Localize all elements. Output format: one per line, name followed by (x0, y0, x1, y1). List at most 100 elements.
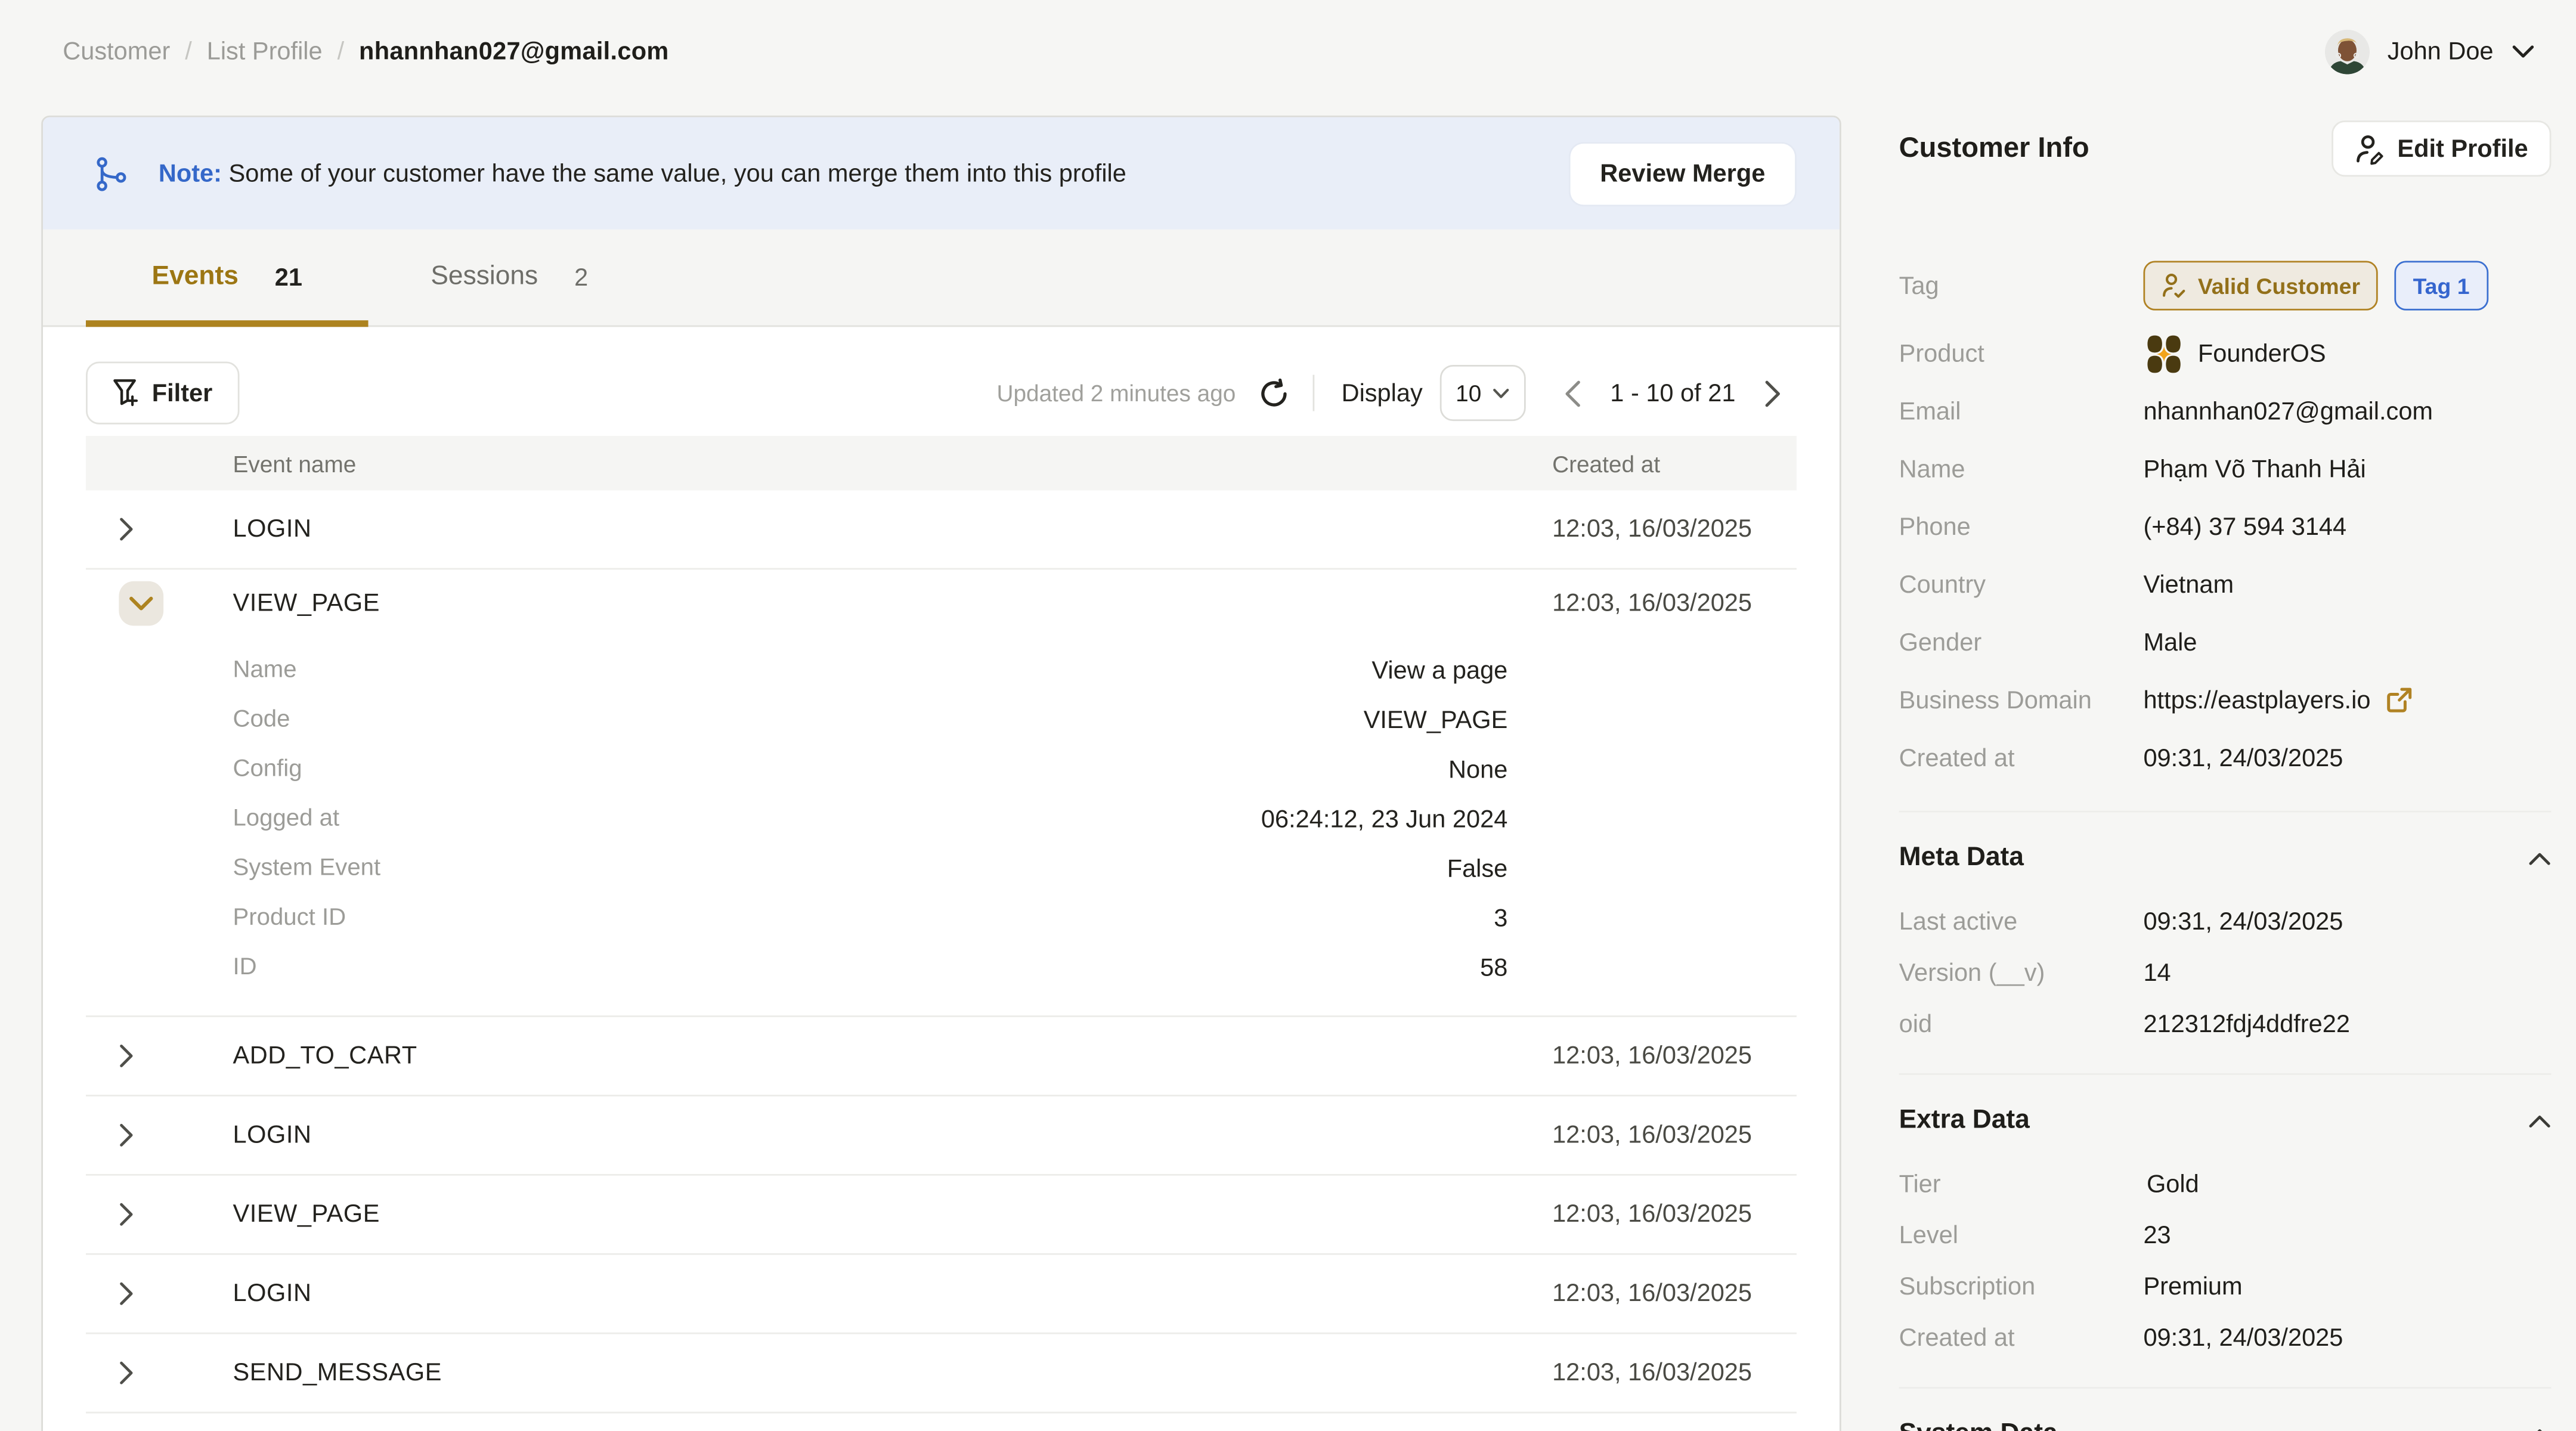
detail-label: ID (233, 955, 256, 981)
event-name: VIEW_PAGE (233, 1200, 1552, 1228)
field-value: Premium (2143, 1272, 2242, 1300)
section-system-data[interactable]: System Data (1899, 1410, 2552, 1431)
table-row[interactable]: SEND_MESSAGE 12:03, 16/03/2025 (86, 1334, 1797, 1414)
page-info: 1 - 10 of 21 (1610, 379, 1735, 407)
field-value: 212312fdj4ddfre22 (2143, 1009, 2349, 1037)
breadcrumb-separator: / (338, 37, 345, 65)
table-toolbar: Filter Updated 2 minutes ago Display 10 (43, 327, 1840, 436)
expand-row-button[interactable] (86, 1043, 233, 1068)
tab-sessions[interactable]: Sessions 2 (369, 230, 651, 326)
edit-profile-button[interactable]: Edit Profile (2332, 120, 2552, 176)
field-extra-created-at: Created at 09:31, 24/03/2025 (1899, 1316, 2552, 1359)
user-name: John Doe (2388, 37, 2494, 65)
field-value: nhannhan027@gmail.com (2143, 397, 2433, 425)
field-tag: Tag Valid Customer Tag 1 (1899, 261, 2552, 311)
field-label: Gender (1899, 628, 2144, 656)
expand-row-button[interactable] (86, 517, 233, 542)
table-row-expanded[interactable]: VIEW_PAGE 12:03, 16/03/2025 (86, 569, 1797, 636)
field-label: oid (1899, 1009, 2144, 1037)
toolbar-divider (1313, 375, 1315, 411)
field-value: FounderOS (2198, 339, 2326, 367)
breadcrumb-list-profile[interactable]: List Profile (207, 37, 323, 65)
user-check-icon (2162, 272, 2187, 299)
field-value: Gold (2143, 1170, 2199, 1198)
expand-row-button[interactable] (86, 1281, 233, 1306)
business-domain-link[interactable]: https://eastplayers.io (2143, 686, 2411, 714)
updated-status: Updated 2 minutes ago (996, 380, 1236, 406)
field-value: (+84) 37 594 3144 (2143, 513, 2346, 541)
section-extra-data[interactable]: Extra Data (1899, 1097, 2552, 1146)
detail-value: False (380, 854, 1507, 882)
field-business-domain: Business Domain https://eastplayers.io (1899, 676, 2552, 725)
event-created-at: 12:03, 16/03/2025 (1552, 1121, 1797, 1149)
section-divider (1899, 811, 2552, 813)
field-label: Created at (1899, 1324, 2144, 1352)
merge-note-banner: Note: Some of your customer have the sam… (43, 117, 1840, 230)
table-row[interactable]: LOGIN 12:03, 16/03/2025 (86, 1097, 1797, 1176)
filter-button[interactable]: Filter (86, 361, 239, 424)
event-name: LOGIN (233, 515, 1552, 543)
detail-label: Logged at (233, 806, 339, 832)
field-label: Level (1899, 1221, 2144, 1249)
field-subscription: Subscription Premium (1899, 1265, 2552, 1308)
detail-label: Code (233, 707, 290, 733)
detail-label: Config (233, 756, 302, 782)
breadcrumb-customer[interactable]: Customer (63, 37, 170, 65)
column-created-at: Created at (1552, 450, 1797, 476)
section-meta-data[interactable]: Meta Data (1899, 834, 2552, 883)
table-row[interactable]: VIEW_PAGE 12:03, 16/03/2025 (86, 1176, 1797, 1255)
detail-value: 3 (346, 904, 1507, 932)
events-table: Event name Created at LOGIN 12:03, 16/03… (86, 436, 1797, 1431)
field-label: Last active (1899, 907, 2144, 936)
page-size-select[interactable]: 10 (1439, 365, 1526, 421)
field-label: Tier (1899, 1170, 2144, 1198)
tag-badge-label: Valid Customer (2198, 273, 2360, 298)
breadcrumb: Customer / List Profile / nhannhan027@gm… (63, 37, 668, 65)
chevron-up-icon (2528, 1114, 2552, 1129)
field-label: Tag (1899, 272, 2144, 300)
table-row[interactable]: LOGIN 12:03, 16/03/2025 (86, 490, 1797, 569)
chevron-up-icon (2528, 851, 2552, 866)
collapse-row-button[interactable] (86, 580, 233, 625)
field-value: Vietnam (2143, 571, 2234, 599)
expand-row-button[interactable] (86, 1123, 233, 1148)
app-viewport: Customer / List Profile / nhannhan027@gm… (0, 0, 2576, 1431)
detail-row: System Event False (86, 844, 1797, 893)
column-event-name: Event name (86, 450, 1552, 476)
field-label: Country (1899, 571, 2144, 599)
event-created-at: 12:03, 16/03/2025 (1552, 1280, 1797, 1308)
field-version: Version (__v) 14 (1899, 951, 2552, 994)
event-name: SEND_MESSAGE (233, 1359, 1552, 1387)
banner-note-label: Note: (159, 159, 222, 187)
detail-label: Name (233, 657, 296, 683)
user-edit-icon (2354, 133, 2384, 165)
event-name: LOGIN (233, 1121, 1552, 1149)
tab-strip: Events 21 Sessions 2 (43, 230, 1840, 327)
refresh-button[interactable] (1259, 377, 1290, 409)
events-card: Note: Some of your customer have the sam… (41, 116, 1841, 1431)
edit-profile-label: Edit Profile (2397, 135, 2528, 163)
prev-page-button[interactable] (1564, 379, 1582, 407)
table-row[interactable]: LOGIN 12:03, 16/03/2025 (86, 1255, 1797, 1334)
tab-events-count: 21 (275, 264, 302, 292)
field-value: 09:31, 24/03/2025 (2143, 907, 2343, 936)
user-menu[interactable]: John Doe (2324, 29, 2534, 73)
field-name: Name Phạm Võ Thanh Hải (1899, 444, 2552, 494)
table-row[interactable]: ADD_TO_CART 12:03, 16/03/2025 (86, 1017, 1797, 1097)
tab-events[interactable]: Events 21 (86, 230, 369, 326)
field-country: Country Vietnam (1899, 560, 2552, 609)
detail-row: Config None (86, 745, 1797, 794)
table-row[interactable]: LOG_OUT 12:03, 16/03/2025 (86, 1413, 1797, 1431)
table-header: Event name Created at (86, 436, 1797, 490)
event-created-at: 12:03, 16/03/2025 (1552, 1359, 1797, 1387)
detail-row: Product ID 3 (86, 893, 1797, 943)
field-label: Product (1899, 339, 2144, 367)
expand-row-button[interactable] (86, 1202, 233, 1227)
expand-row-button[interactable] (86, 1361, 233, 1386)
review-merge-button[interactable]: Review Merge (1570, 143, 1795, 204)
filter-label: Filter (152, 379, 213, 407)
field-gender: Gender Male (1899, 618, 2552, 667)
field-label: Business Domain (1899, 686, 2144, 714)
next-page-button[interactable] (1764, 379, 1782, 407)
field-label: Name (1899, 455, 2144, 483)
